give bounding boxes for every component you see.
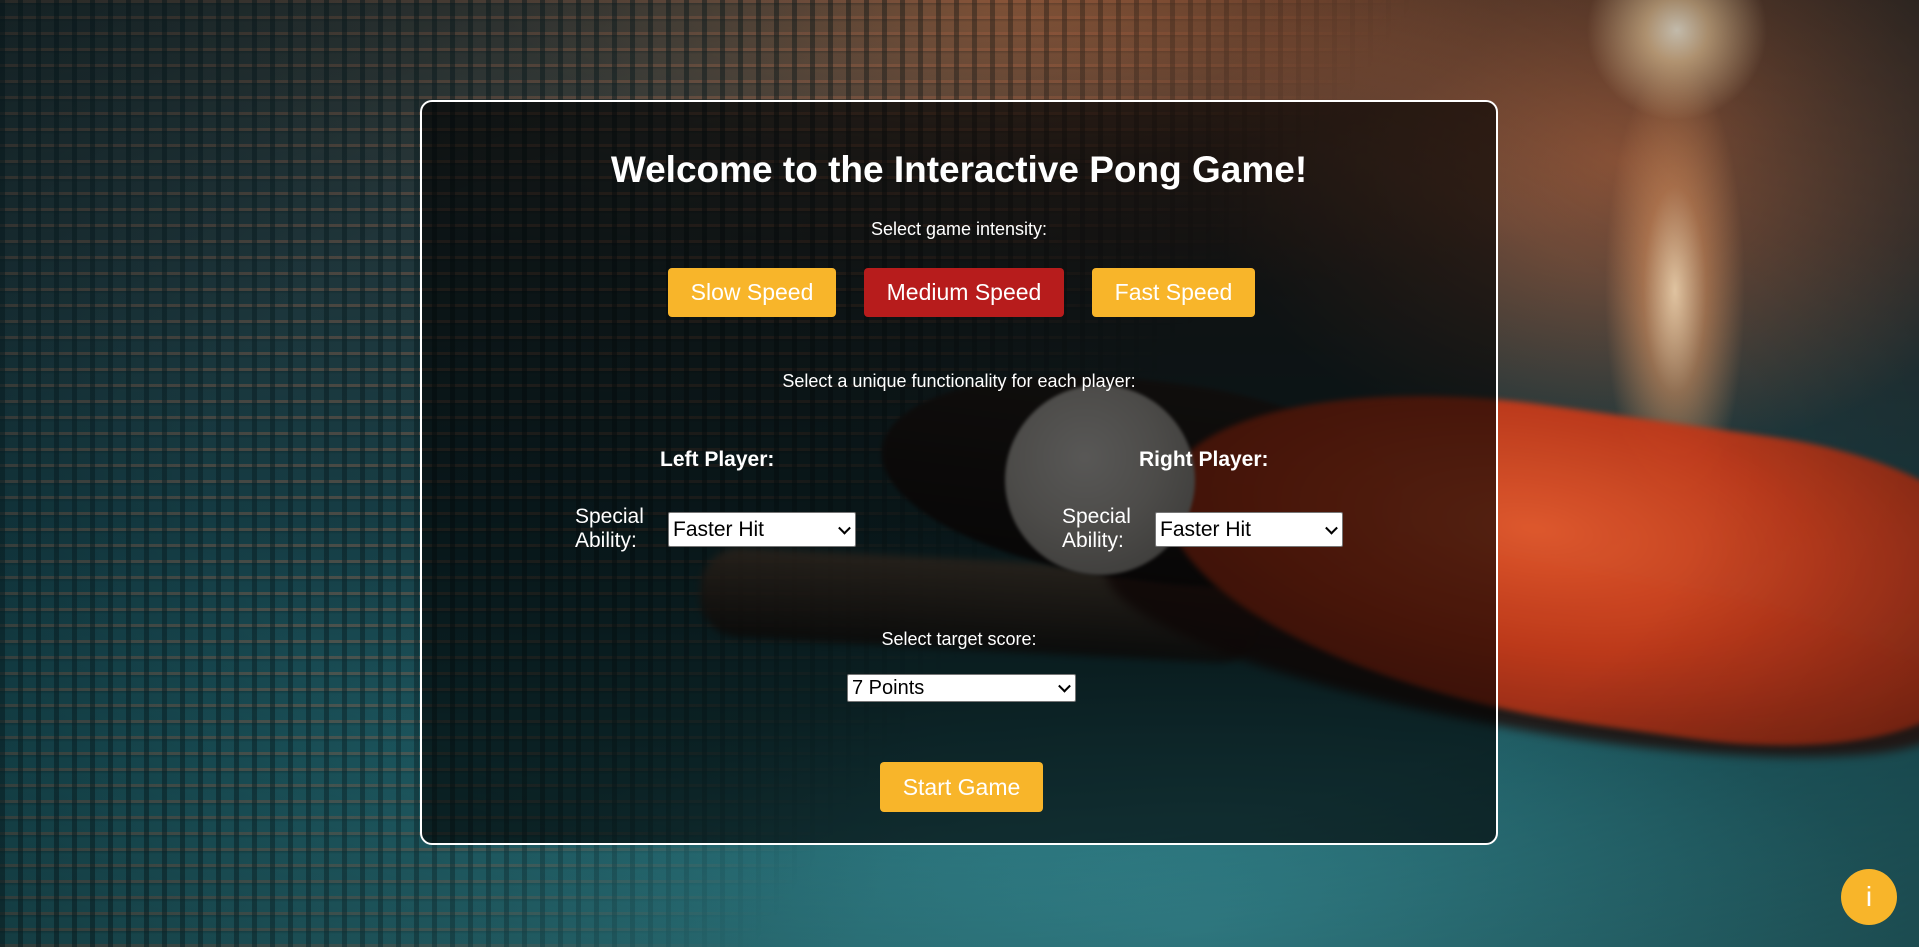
chevron-down-icon [838,521,851,535]
left-ability-select[interactable]: Faster Hit [668,512,856,547]
right-ability-select[interactable]: Faster Hit [1155,512,1343,547]
intensity-label: Select game intensity: [870,219,1048,239]
setup-panel: Welcome to the Interactive Pong Game! Se… [420,100,1498,845]
right-ability-label: Special Ability: [1062,505,1131,552]
medium-speed-button[interactable]: Medium Speed [864,268,1064,317]
left-ability-label: Special Ability: [575,505,644,552]
functionality-label: Select a unique functionality for each p… [782,371,1136,391]
right-ability-value: Faster Hit [1160,518,1252,541]
target-score-label: Select target score: [881,629,1037,649]
slow-speed-button[interactable]: Slow Speed [668,268,836,317]
left-player-heading: Left Player: [660,448,775,471]
info-icon: i [1865,881,1873,912]
fast-speed-button[interactable]: Fast Speed [1092,268,1255,317]
right-player-heading: Right Player: [1139,448,1269,471]
app-screen: Welcome to the Interactive Pong Game! Se… [0,0,1919,947]
target-score-value: 7 Points [852,677,925,699]
target-score-select[interactable]: 7 Points [847,674,1076,702]
info-button[interactable]: i [1841,869,1897,925]
left-ability-value: Faster Hit [673,518,765,541]
chevron-down-icon [1058,679,1071,693]
chevron-down-icon [1325,521,1338,535]
page-title: Welcome to the Interactive Pong Game! [610,149,1308,190]
start-game-button[interactable]: Start Game [880,762,1043,812]
